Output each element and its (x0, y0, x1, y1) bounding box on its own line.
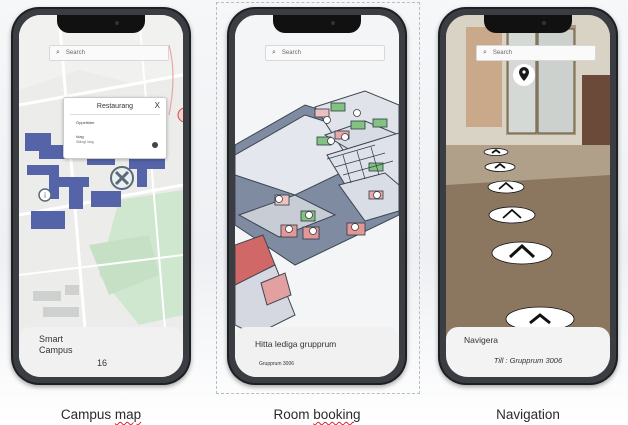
sheet-title: Smart Campus (39, 334, 73, 355)
search-bar[interactable]: ⌕ Search (476, 45, 596, 61)
close-icon[interactable]: X (155, 101, 160, 110)
caption-word: booking (313, 407, 361, 422)
search-bar[interactable]: ⌕ Search (265, 45, 385, 61)
indoor-floor-map[interactable] (235, 15, 399, 377)
popup-closed-label: Stängt idag (76, 140, 94, 144)
sheet-title: Navigera (464, 335, 499, 345)
sheet-title: Hitta lediga grupprum (255, 339, 337, 349)
popup-today-label: Idag (76, 134, 84, 139)
phone-campus-map: i ⌕ Search Restaurang X Öppettider Idag … (11, 7, 191, 385)
search-placeholder: Search (65, 50, 85, 56)
sheet-number: 16 (97, 358, 108, 368)
search-icon: ⌕ (272, 49, 276, 56)
popup-divider (70, 114, 160, 115)
search-bar[interactable]: ⌕ Search (49, 45, 169, 61)
bottom-sheet[interactable]: Hitta lediga grupprum Grupprum 3006 (235, 327, 399, 377)
phone-room-booking: ⌕ Search Hitta lediga grupprum Grupprum … (227, 7, 407, 385)
location-pin-icon (512, 63, 536, 87)
bottom-sheet[interactable]: Navigera Till : Grupprum 3006 (446, 327, 610, 377)
bottom-sheet[interactable]: Smart Campus 16 (19, 327, 183, 377)
caption-room-booking: Room booking (227, 407, 407, 422)
campus-map-screen: i ⌕ Search Restaurang X Öppettider Idag … (19, 15, 183, 377)
search-placeholder: Search (281, 50, 301, 56)
caption-campus-map: Campus map (11, 407, 191, 422)
popup-title: Restaurang (96, 103, 134, 110)
phone-navigation: ⌕ Search Navigera Till : Grupprum 3006 (438, 7, 618, 385)
phone-notch (57, 15, 145, 33)
available-room-item[interactable]: Grupprum 3006 (259, 361, 294, 367)
phone-notch (484, 15, 572, 33)
caption-word: Navigation (496, 407, 560, 422)
popup-hours-label: Öppettider (76, 120, 95, 125)
caption-navigation: Navigation (438, 407, 618, 422)
search-icon: ⌕ (56, 49, 60, 56)
navigation-screen: ⌕ Search Navigera Till : Grupprum 3006 (446, 15, 610, 377)
caption-word: map (114, 407, 142, 422)
phone-notch (273, 15, 361, 33)
caption-word: Campus (60, 407, 112, 422)
room-booking-screen: ⌕ Search Hitta lediga grupprum Grupprum … (235, 15, 399, 377)
search-placeholder: Search (492, 50, 512, 56)
destination-label: Till : Grupprum 3006 (493, 356, 563, 365)
restaurant-popup[interactable]: Restaurang X Öppettider Idag Stängt idag (63, 97, 167, 159)
search-icon: ⌕ (483, 49, 487, 56)
popup-action-icon[interactable] (152, 142, 158, 148)
campus-map[interactable]: i (19, 15, 183, 377)
caption-word: Room (273, 407, 310, 422)
svg-text:i: i (44, 191, 46, 200)
